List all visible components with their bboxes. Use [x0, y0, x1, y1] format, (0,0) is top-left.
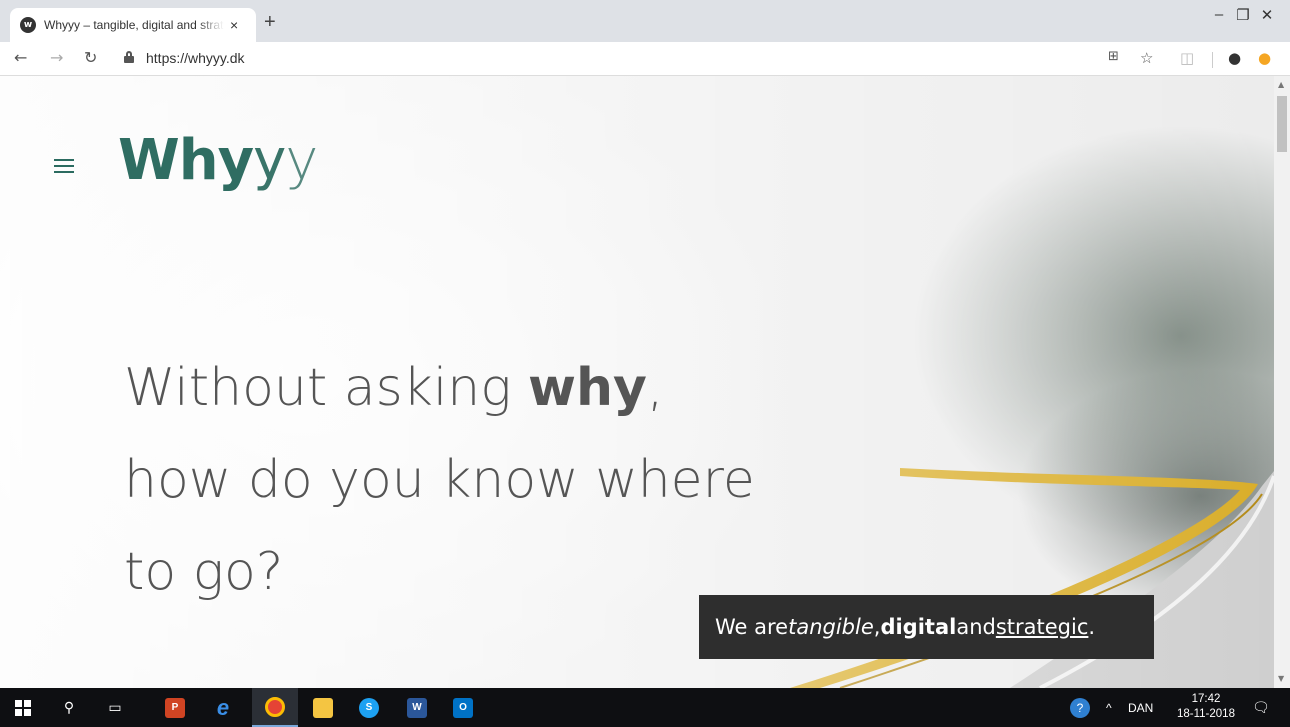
tab-close-icon[interactable]: ×	[230, 17, 238, 33]
profile-icon[interactable]: ●	[1228, 49, 1241, 67]
tagline-banner: We are tangible, digital and strategic.	[699, 595, 1154, 659]
translate-icon[interactable]: ⊞	[1108, 49, 1119, 64]
logo-part-light: y	[285, 128, 318, 193]
skype-icon[interactable]: S	[346, 688, 392, 727]
clock-time: 17:42	[1191, 693, 1221, 705]
tagline-sep: and	[956, 615, 996, 639]
tab-title: Whyyy – tangible, digital and strategic	[44, 18, 224, 32]
back-arrow-icon[interactable]: ←	[14, 48, 27, 67]
headline-emphasis: why	[527, 358, 647, 418]
site-logo[interactable]: Whyyy	[118, 128, 318, 193]
pdf-extension-icon[interactable]: ◫	[1180, 49, 1194, 67]
page-hero: Whyyy Without asking why, how do you kno…	[0, 76, 1274, 688]
page-scrollbar[interactable]: ▲ ▼	[1274, 76, 1290, 688]
headline-text: Without asking	[124, 358, 528, 418]
menu-hamburger-icon[interactable]	[54, 159, 74, 173]
notifications-icon[interactable]: 🗨	[1252, 688, 1270, 727]
word-icon[interactable]: W	[394, 688, 440, 727]
tagline-sep: ,	[873, 615, 881, 639]
outlook-icon[interactable]: O	[440, 688, 486, 727]
file-explorer-icon[interactable]	[300, 688, 346, 727]
tray-overflow-chevron-icon[interactable]: ^	[1106, 688, 1112, 727]
toolbar-divider	[1212, 52, 1213, 68]
headline-line-3: to go?	[124, 542, 284, 602]
logo-part-regular: y	[253, 128, 286, 193]
help-tray-icon[interactable]: ?	[1070, 688, 1090, 727]
system-clock[interactable]: 17:42 18-11-2018	[1176, 692, 1236, 722]
windows-taskbar: ⚲ ▭ P e S W O ? ^ DAN 17:42 18-11-2018 🗨	[0, 688, 1290, 727]
task-view-icon[interactable]: ▭	[92, 688, 138, 727]
headline-line-2: how do you know where	[124, 450, 755, 510]
address-bar[interactable]: https://whyyy.dk	[146, 50, 245, 66]
powerpoint-icon[interactable]: P	[152, 688, 198, 727]
lock-icon	[124, 51, 134, 63]
search-icon[interactable]: ⚲	[46, 688, 92, 727]
scrollbar-thumb[interactable]	[1277, 96, 1287, 152]
bookmark-star-icon[interactable]: ☆	[1140, 49, 1153, 67]
scroll-down-arrow-icon[interactable]: ▼	[1278, 674, 1284, 683]
logo-part-bold: Why	[118, 128, 254, 193]
edge-icon[interactable]: e	[200, 688, 246, 727]
browser-toolbar: ← → ↻ https://whyyy.dk ⊞ ☆ ◫ ● ●	[0, 42, 1290, 76]
reload-icon[interactable]: ↻	[84, 48, 97, 67]
clock-date: 18-11-2018	[1177, 708, 1235, 720]
tagline-strategic[interactable]: strategic	[996, 615, 1089, 639]
extension-icon[interactable]: ●	[1258, 49, 1271, 67]
browser-tab-active[interactable]: w Whyyy – tangible, digital and strategi…	[10, 8, 256, 42]
close-window-button[interactable]: ✕	[1244, 6, 1290, 24]
headline-punct: ,	[646, 358, 664, 418]
headline-line-1: Without asking why,	[124, 342, 755, 434]
tagline-end: .	[1088, 615, 1096, 639]
tagline-digital: digital	[880, 615, 957, 639]
site-favicon-icon: w	[20, 17, 36, 33]
browser-titlebar: w Whyyy – tangible, digital and strategi…	[0, 0, 1290, 42]
hero-headline: Without asking why, how do you know wher…	[124, 342, 755, 618]
forward-arrow-icon[interactable]: →	[50, 48, 63, 67]
tagline-prefix: We are	[715, 615, 789, 639]
language-indicator[interactable]: DAN	[1128, 688, 1153, 727]
new-tab-button[interactable]: +	[264, 11, 276, 34]
chrome-icon[interactable]	[252, 688, 298, 727]
scroll-up-arrow-icon[interactable]: ▲	[1278, 80, 1284, 89]
tagline-tangible: tangible	[788, 615, 874, 639]
windows-start-icon[interactable]	[0, 688, 46, 727]
